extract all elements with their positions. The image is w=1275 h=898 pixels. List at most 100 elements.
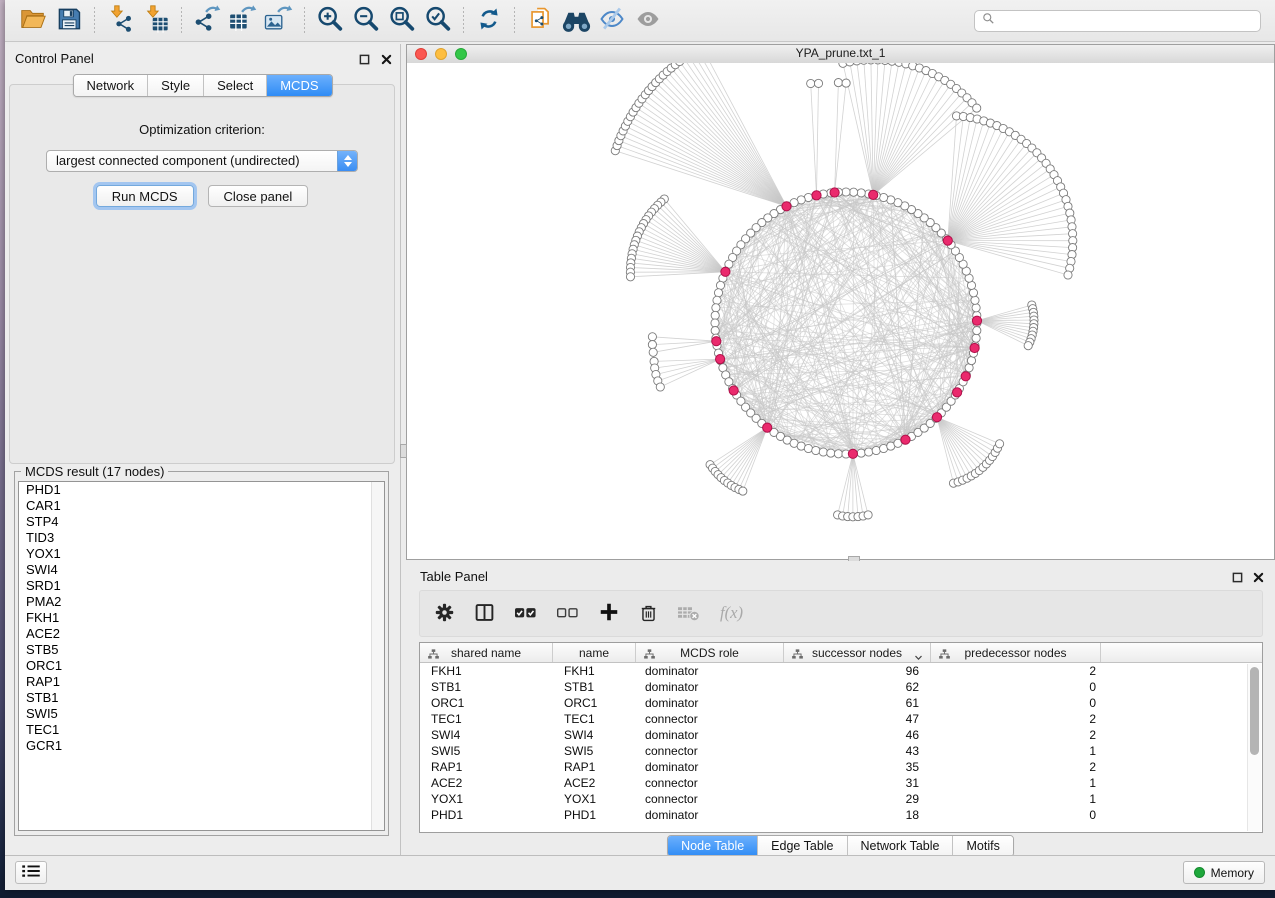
deselect-all-columns-button[interactable] — [556, 601, 579, 627]
mcds-result-item[interactable]: STB5 — [19, 642, 384, 658]
table-row[interactable]: SWI4SWI4dominator462 — [420, 727, 1262, 743]
hide-selected-button[interactable] — [594, 4, 630, 38]
mcds-result-item[interactable]: SWI5 — [19, 706, 384, 722]
close-panel-icon[interactable] — [379, 52, 393, 66]
panel-splitter-handle[interactable] — [400, 444, 407, 458]
refresh-layout-button[interactable] — [471, 4, 507, 38]
table-row[interactable]: FKH1FKH1dominator962 — [420, 663, 1262, 679]
table-cell: connector — [636, 744, 784, 758]
open-file-button[interactable] — [15, 4, 51, 38]
column-header-successor-nodes[interactable]: successor nodes — [784, 643, 931, 662]
save-session-button[interactable] — [51, 4, 87, 38]
mcds-result-item[interactable]: STB1 — [19, 690, 384, 706]
tab-network-table[interactable]: Network Table — [847, 836, 953, 856]
table-cell: 47 — [784, 712, 931, 726]
split-columns-button[interactable] — [474, 601, 495, 627]
mcds-result-item[interactable]: RAP1 — [19, 674, 384, 690]
table-row[interactable]: SWI5SWI5connector431 — [420, 743, 1262, 759]
node-table[interactable]: shared namenameMCDS rolesuccessor nodesp… — [419, 642, 1263, 833]
maximize-window-icon[interactable] — [455, 48, 467, 60]
close-window-icon[interactable] — [415, 48, 427, 60]
network-graph[interactable] — [407, 63, 1275, 561]
mcds-result-item[interactable]: SRD1 — [19, 578, 384, 594]
mcds-result-item[interactable]: TEC1 — [19, 722, 384, 738]
table-cell: YOX1 — [420, 792, 553, 806]
table-toolbar: f(x) — [419, 590, 1263, 637]
mcds-result-list[interactable]: PHD1CAR1STP4TID3YOX1SWI4SRD1PMA2FKH1ACE2… — [18, 481, 385, 831]
table-row[interactable]: STB1STB1dominator620 — [420, 679, 1262, 695]
table-cell: 46 — [784, 728, 931, 742]
table-cell: 1 — [931, 776, 1101, 790]
export-table-button[interactable] — [225, 4, 261, 38]
import-network-button[interactable] — [102, 4, 138, 38]
run-mcds-button[interactable]: Run MCDS — [96, 185, 194, 207]
tab-network[interactable]: Network — [73, 75, 147, 96]
table-cell: dominator — [636, 808, 784, 822]
add-column-button[interactable] — [598, 601, 620, 627]
table-row[interactable]: ORC1ORC1dominator610 — [420, 695, 1262, 711]
table-cell: dominator — [636, 664, 784, 678]
search-binoculars-button[interactable] — [558, 4, 594, 38]
mcds-result-item[interactable]: GCR1 — [19, 738, 384, 754]
column-header-predecessor-nodes[interactable]: predecessor nodes — [931, 643, 1101, 662]
application-window: Control Panel NetworkStyleSelectMCDS Opt… — [5, 0, 1275, 890]
close-table-panel-icon[interactable] — [1251, 570, 1265, 584]
table-scrollbar[interactable] — [1247, 664, 1261, 831]
open-file-icon — [18, 4, 48, 37]
task-history-button[interactable] — [15, 861, 47, 884]
mcds-result-item[interactable]: YOX1 — [19, 546, 384, 562]
table-cell: SWI4 — [420, 728, 553, 742]
zoom-in-button[interactable] — [312, 4, 348, 38]
export-image-button[interactable] — [261, 4, 297, 38]
tab-edge-table[interactable]: Edge Table — [757, 836, 846, 856]
settings-gear-button[interactable] — [434, 601, 455, 627]
table-row[interactable]: TEC1TEC1connector472 — [420, 711, 1262, 727]
column-header-name[interactable]: name — [553, 643, 636, 662]
table-cell: ORC1 — [553, 696, 636, 710]
network-canvas[interactable] — [407, 63, 1274, 559]
tab-select[interactable]: Select — [203, 75, 266, 96]
zoom-selected-button[interactable] — [420, 4, 456, 38]
save-session-icon — [55, 5, 83, 36]
float-panel-icon[interactable] — [357, 52, 371, 66]
mcds-result-item[interactable]: CAR1 — [19, 498, 384, 514]
mcds-result-item[interactable]: ACE2 — [19, 626, 384, 642]
search-field[interactable] — [974, 10, 1261, 32]
tab-motifs[interactable]: Motifs — [952, 836, 1012, 856]
mcds-result-item[interactable]: PMA2 — [19, 594, 384, 610]
tab-style[interactable]: Style — [147, 75, 203, 96]
main-toolbar — [5, 0, 1275, 42]
share-document-button[interactable] — [522, 4, 558, 38]
table-row[interactable]: YOX1YOX1connector291 — [420, 791, 1262, 807]
table-row[interactable]: RAP1RAP1dominator352 — [420, 759, 1262, 775]
import-table-button[interactable] — [138, 4, 174, 38]
table-cell: SWI5 — [553, 744, 636, 758]
table-row[interactable]: ACE2ACE2connector311 — [420, 775, 1262, 791]
mcds-result-item[interactable]: FKH1 — [19, 610, 384, 626]
mcds-result-item[interactable]: SWI4 — [19, 562, 384, 578]
search-input[interactable] — [1000, 13, 1253, 29]
optimization-criterion-select[interactable]: largest connected component (undirected) — [46, 150, 358, 172]
mcds-result-item[interactable]: STP4 — [19, 514, 384, 530]
zoom-fit-button[interactable] — [384, 4, 420, 38]
mcds-result-item[interactable]: ORC1 — [19, 658, 384, 674]
column-header-shared-name[interactable]: shared name — [420, 643, 553, 662]
table-row[interactable]: PHD1PHD1dominator180 — [420, 807, 1262, 823]
mcds-result-item[interactable]: PHD1 — [19, 482, 384, 498]
zoom-out-button[interactable] — [348, 4, 384, 38]
tab-node-table[interactable]: Node Table — [668, 836, 757, 856]
table-cell: 31 — [784, 776, 931, 790]
export-network-button[interactable] — [189, 4, 225, 38]
minimize-window-icon[interactable] — [435, 48, 447, 60]
float-table-panel-icon[interactable] — [1230, 570, 1244, 584]
column-header-MCDS-role[interactable]: MCDS role — [636, 643, 784, 662]
mcds-result-item[interactable]: TID3 — [19, 530, 384, 546]
table-scrollbar-thumb[interactable] — [1250, 667, 1259, 755]
memory-button[interactable]: Memory — [1183, 861, 1265, 884]
result-list-scrollbar[interactable] — [371, 482, 384, 830]
tab-mcds[interactable]: MCDS — [266, 75, 331, 96]
network-window-titlebar[interactable]: YPA_prune.txt_1 — [407, 45, 1274, 64]
close-panel-button[interactable]: Close panel — [208, 185, 309, 207]
delete-column-button[interactable] — [639, 601, 658, 627]
select-all-columns-button[interactable] — [514, 601, 537, 627]
